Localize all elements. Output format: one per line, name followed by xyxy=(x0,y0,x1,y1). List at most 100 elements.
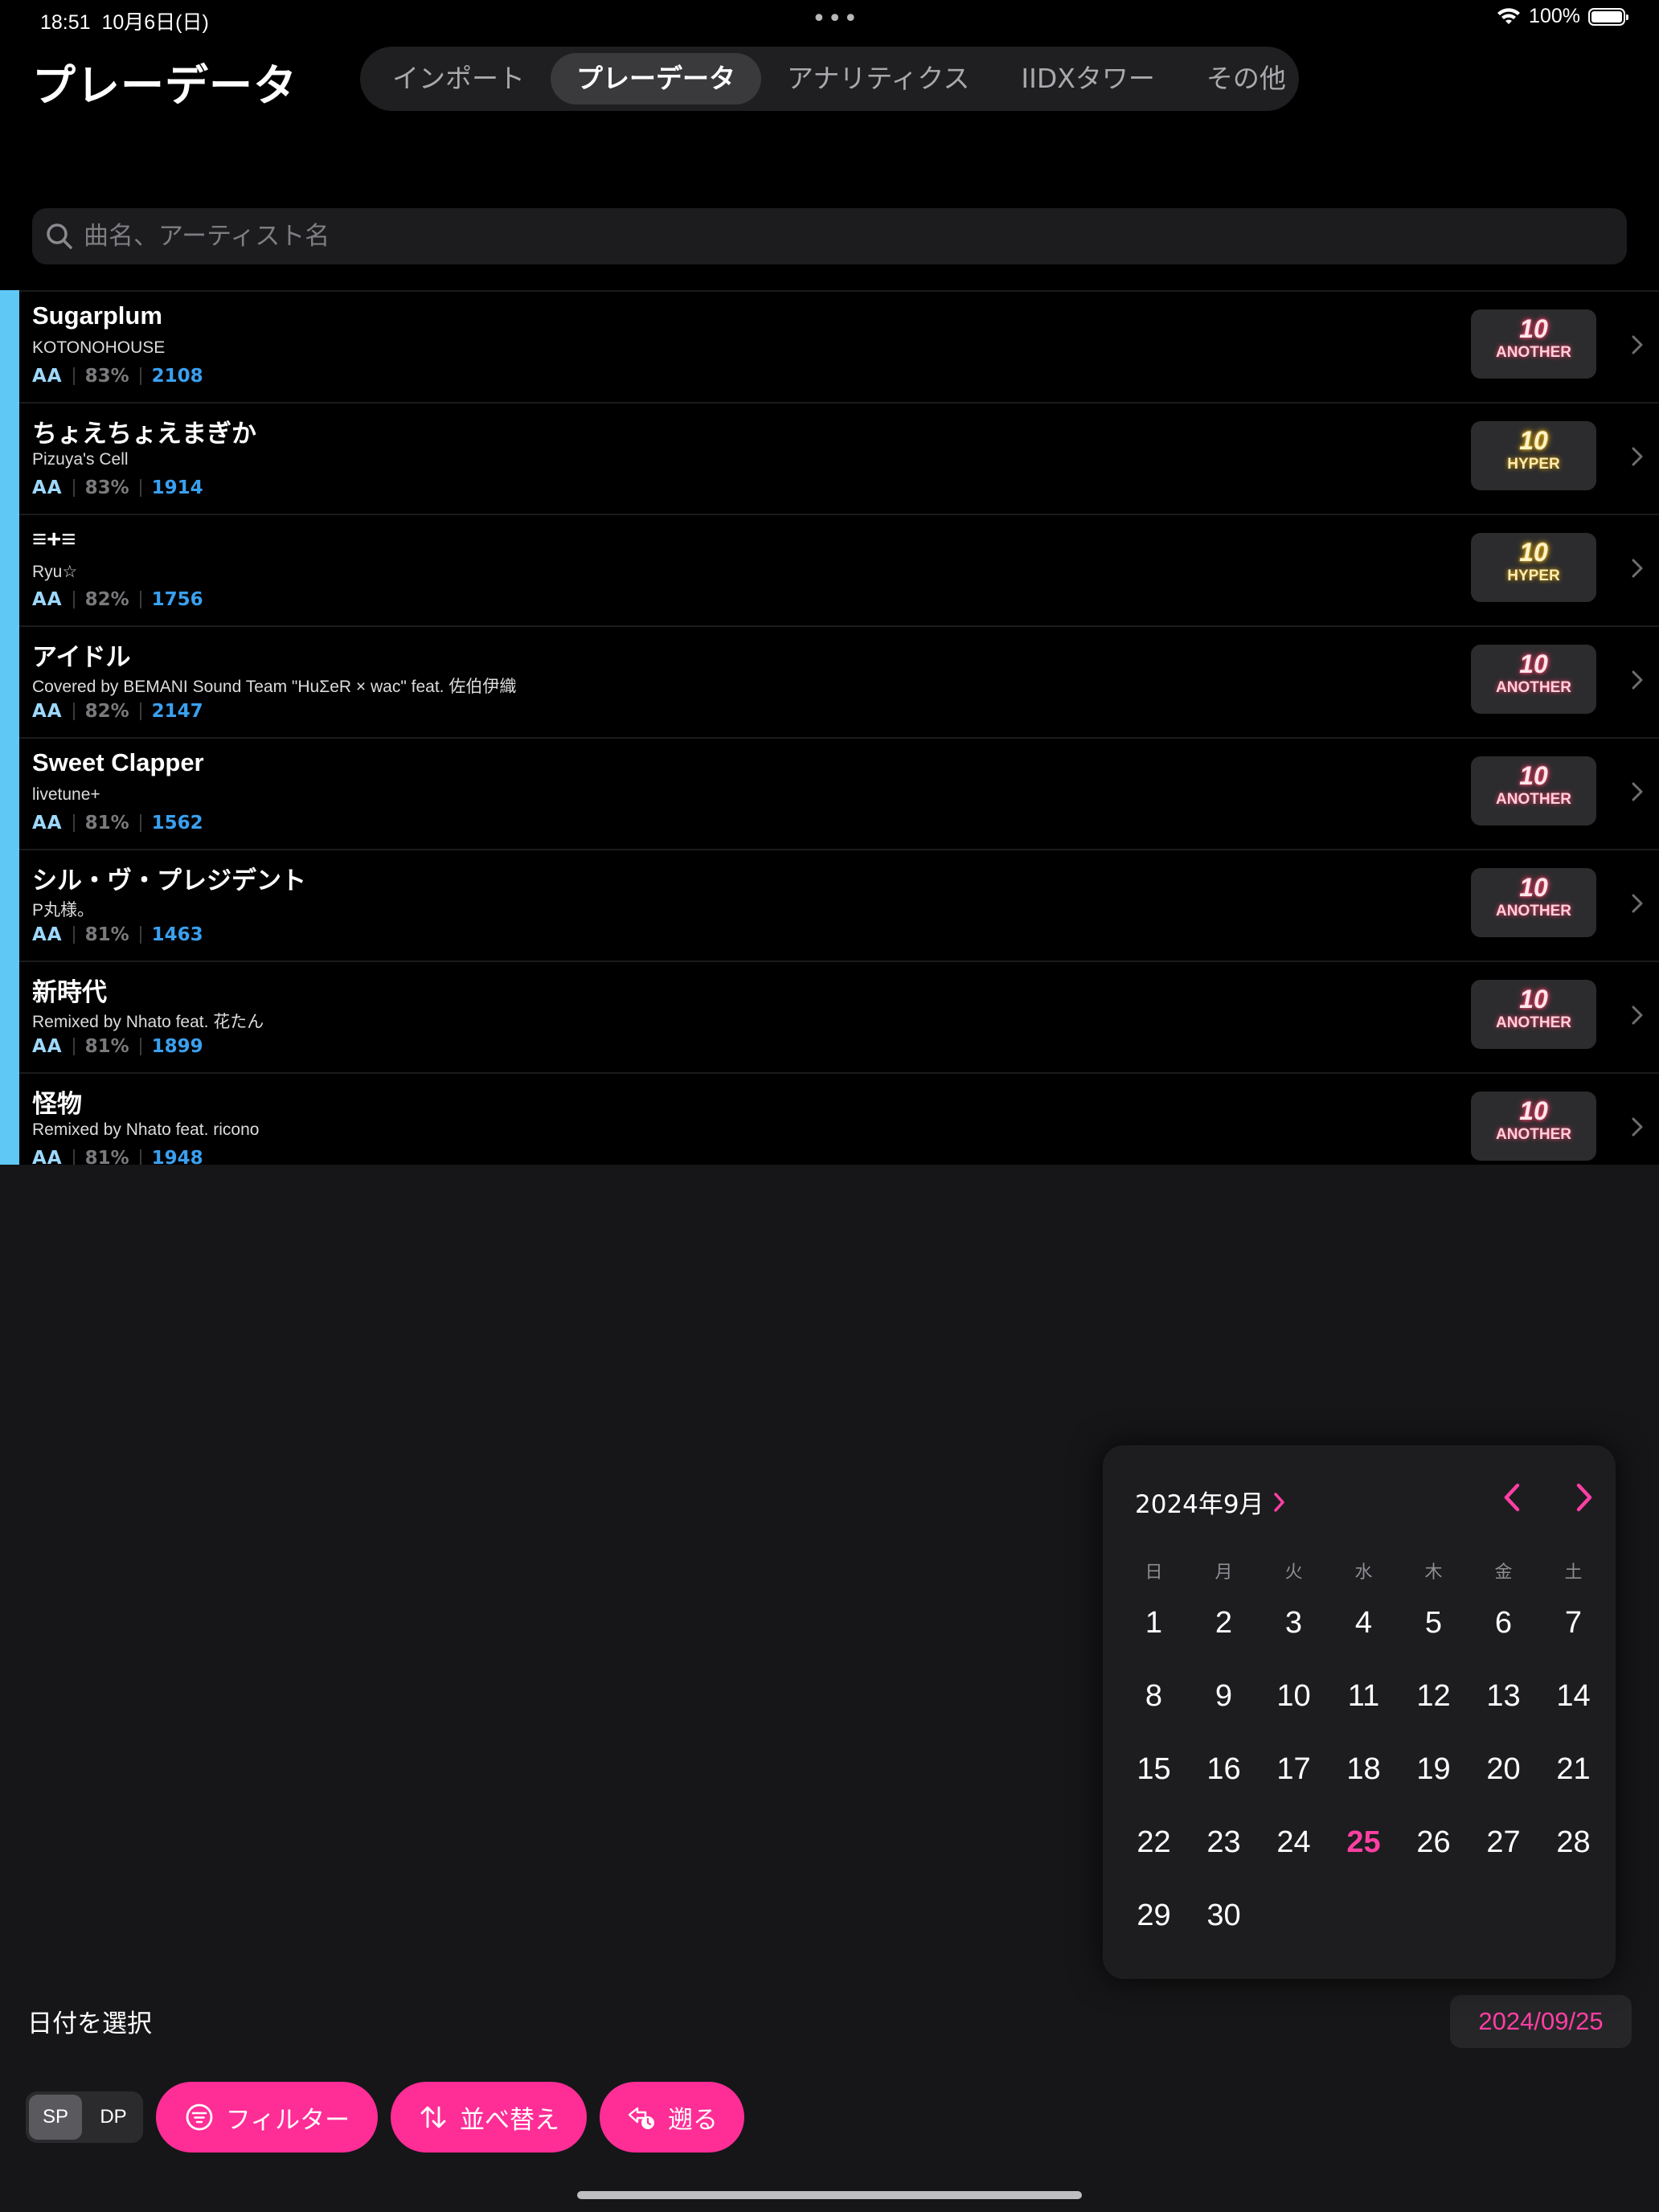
calendar-day[interactable]: 29 xyxy=(1119,1881,1189,1951)
divider xyxy=(139,814,141,832)
prev-month-icon[interactable] xyxy=(1497,1477,1529,1518)
difficulty-badge: 10 ANOTHER xyxy=(1471,868,1596,937)
calendar-day[interactable]: 13 xyxy=(1469,1661,1538,1731)
calendar-day[interactable]: 26 xyxy=(1399,1808,1469,1878)
song-artist: Pizuya's Cell xyxy=(32,450,129,469)
song-row[interactable]: Sweet Clapper livetune+ AA 81% 1562 10 ANOTHER xyxy=(19,737,1659,848)
difficulty-name: ANOTHER xyxy=(1496,903,1571,920)
calendar-day-selected[interactable]: 25 xyxy=(1329,1808,1399,1878)
song-title: Sugarplum xyxy=(32,301,162,330)
calendar-day[interactable]: 16 xyxy=(1189,1735,1259,1804)
sort-button[interactable]: 並べ替え xyxy=(391,2082,587,2153)
month-label: 2024年9月 xyxy=(1135,1490,1264,1519)
rewind-label: 遡る xyxy=(668,2105,718,2135)
multitask-dots-icon[interactable]: ••• xyxy=(812,5,859,33)
ex-score: 1562 xyxy=(151,813,203,834)
date-value-button[interactable]: 2024/09/25 xyxy=(1450,1995,1632,2048)
difficulty-badge: 10 ANOTHER xyxy=(1471,1092,1596,1161)
home-indicator[interactable] xyxy=(577,2191,1082,2199)
calendar-day[interactable]: 15 xyxy=(1119,1735,1189,1804)
calendar-day[interactable]: 21 xyxy=(1538,1735,1608,1804)
song-stats: AA 81% 1562 xyxy=(32,813,203,834)
calendar-day[interactable]: 20 xyxy=(1469,1735,1538,1804)
weekday-label: 金 xyxy=(1494,1563,1513,1583)
level-number: 10 xyxy=(1519,761,1548,790)
tab-play-data[interactable]: プレーデータ xyxy=(551,53,761,104)
mode-sp[interactable]: SP xyxy=(29,2095,82,2140)
calendar-day[interactable]: 1 xyxy=(1119,1588,1189,1658)
calendar-day[interactable]: 9 xyxy=(1189,1661,1259,1731)
tab-import[interactable]: インポート xyxy=(367,53,551,104)
difficulty-name: HYPER xyxy=(1507,456,1560,473)
filter-button[interactable]: フィルター xyxy=(156,2082,378,2153)
calendar-day[interactable]: 5 xyxy=(1399,1588,1469,1658)
song-row[interactable]: アイドル Covered by BEMANI Sound Team "HuΣeR … xyxy=(19,625,1659,736)
song-artist: KOTONOHOUSE xyxy=(32,338,166,357)
calendar-day[interactable]: 8 xyxy=(1119,1661,1189,1731)
calendar-day[interactable]: 17 xyxy=(1259,1735,1329,1804)
song-stats: AA 81% 1463 xyxy=(32,924,203,945)
song-row[interactable]: 怪物 Remixed by Nhato feat. ricono AA 81% 1948… xyxy=(19,1072,1659,1165)
calendar-day[interactable]: 14 xyxy=(1538,1661,1608,1731)
divider xyxy=(72,703,75,720)
month-year-selector[interactable]: 2024年9月 xyxy=(1135,1484,1287,1520)
sort-icon xyxy=(420,2106,446,2128)
search-input[interactable] xyxy=(82,221,1532,252)
calendar-day[interactable]: 4 xyxy=(1329,1588,1399,1658)
calendar-day[interactable]: 24 xyxy=(1259,1808,1329,1878)
calendar-day[interactable]: 19 xyxy=(1399,1735,1469,1804)
chevron-right-icon xyxy=(1273,1492,1284,1512)
level-number: 10 xyxy=(1519,873,1548,902)
calendar-day[interactable]: 12 xyxy=(1399,1661,1469,1731)
song-row[interactable]: ちょえちょえまぎか Pizuya's Cell AA 83% 1914 10 HYPER xyxy=(19,402,1659,513)
weekday-label: 日 xyxy=(1145,1563,1163,1583)
divider xyxy=(139,479,141,497)
calendar-day[interactable]: 11 xyxy=(1329,1661,1399,1731)
weekday-label: 月 xyxy=(1215,1563,1233,1583)
difficulty-name: ANOTHER xyxy=(1496,679,1571,696)
rewind-button[interactable]: 遡る xyxy=(600,2082,744,2153)
next-month-icon[interactable] xyxy=(1567,1477,1600,1518)
song-stats: AA 82% 1756 xyxy=(32,589,203,610)
song-artist: Remixed by Nhato feat. 花たん xyxy=(32,1013,264,1031)
calendar-day[interactable]: 28 xyxy=(1538,1808,1608,1878)
song-title: ≡+≡ xyxy=(32,525,76,553)
song-row[interactable]: ≡+≡ Ryu☆ AA 82% 1756 10 HYPER xyxy=(19,514,1659,625)
calendar-day[interactable]: 6 xyxy=(1469,1588,1538,1658)
chevron-right-icon xyxy=(1632,335,1643,354)
song-stats: AA 82% 2147 xyxy=(32,701,203,722)
clear-grade: AA xyxy=(32,589,63,610)
calendar-day[interactable]: 18 xyxy=(1329,1735,1399,1804)
calendar-day[interactable]: 3 xyxy=(1259,1588,1329,1658)
song-row[interactable]: Sugarplum KOTONOHOUSE AA 83% 2108 10 ANOTHER xyxy=(19,290,1659,401)
song-row[interactable]: 新時代 Remixed by Nhato feat. 花たん AA 81% 1899 10… xyxy=(19,961,1659,1071)
difficulty-badge: 10 ANOTHER xyxy=(1471,756,1596,825)
score-rate: 81% xyxy=(84,813,129,834)
ex-score: 2147 xyxy=(151,701,203,722)
divider xyxy=(72,814,75,832)
song-artist: Covered by BEMANI Sound Team "HuΣeR × wa… xyxy=(32,678,517,696)
song-title: 新時代 xyxy=(32,978,107,1006)
score-rate: 82% xyxy=(84,589,129,610)
calendar-day[interactable]: 2 xyxy=(1189,1588,1259,1658)
rewind-time-icon xyxy=(628,2107,654,2129)
song-row[interactable]: シル・ヴ・プレジデント P丸様。 AA 81% 1463 10 ANOTHER xyxy=(19,849,1659,960)
search-bar[interactable] xyxy=(32,208,1627,264)
calendar-day[interactable]: 27 xyxy=(1469,1808,1538,1878)
tab-analytics[interactable]: アナリティクス xyxy=(761,53,995,104)
filter-label: フィルター xyxy=(225,2105,350,2135)
status-right: 100% xyxy=(1497,5,1628,28)
tab-iidx-tower[interactable]: IIDXタワー xyxy=(995,53,1180,104)
calendar-day[interactable]: 10 xyxy=(1259,1661,1329,1731)
calendar-day[interactable]: 7 xyxy=(1538,1588,1608,1658)
calendar-day[interactable]: 23 xyxy=(1189,1808,1259,1878)
chevron-right-icon xyxy=(1632,1006,1643,1025)
weekday-label: 木 xyxy=(1424,1563,1443,1583)
tab-other[interactable]: その他 xyxy=(1181,53,1312,104)
mode-dp[interactable]: DP xyxy=(87,2095,140,2140)
calendar-day[interactable]: 30 xyxy=(1189,1881,1259,1951)
song-list[interactable]: Sugarplum KOTONOHOUSE AA 83% 2108 10 ANOTHER ちょ… xyxy=(0,290,1659,1165)
calendar-day[interactable]: 22 xyxy=(1119,1808,1189,1878)
chevron-right-icon xyxy=(1632,447,1643,466)
score-rate: 81% xyxy=(84,1036,129,1057)
